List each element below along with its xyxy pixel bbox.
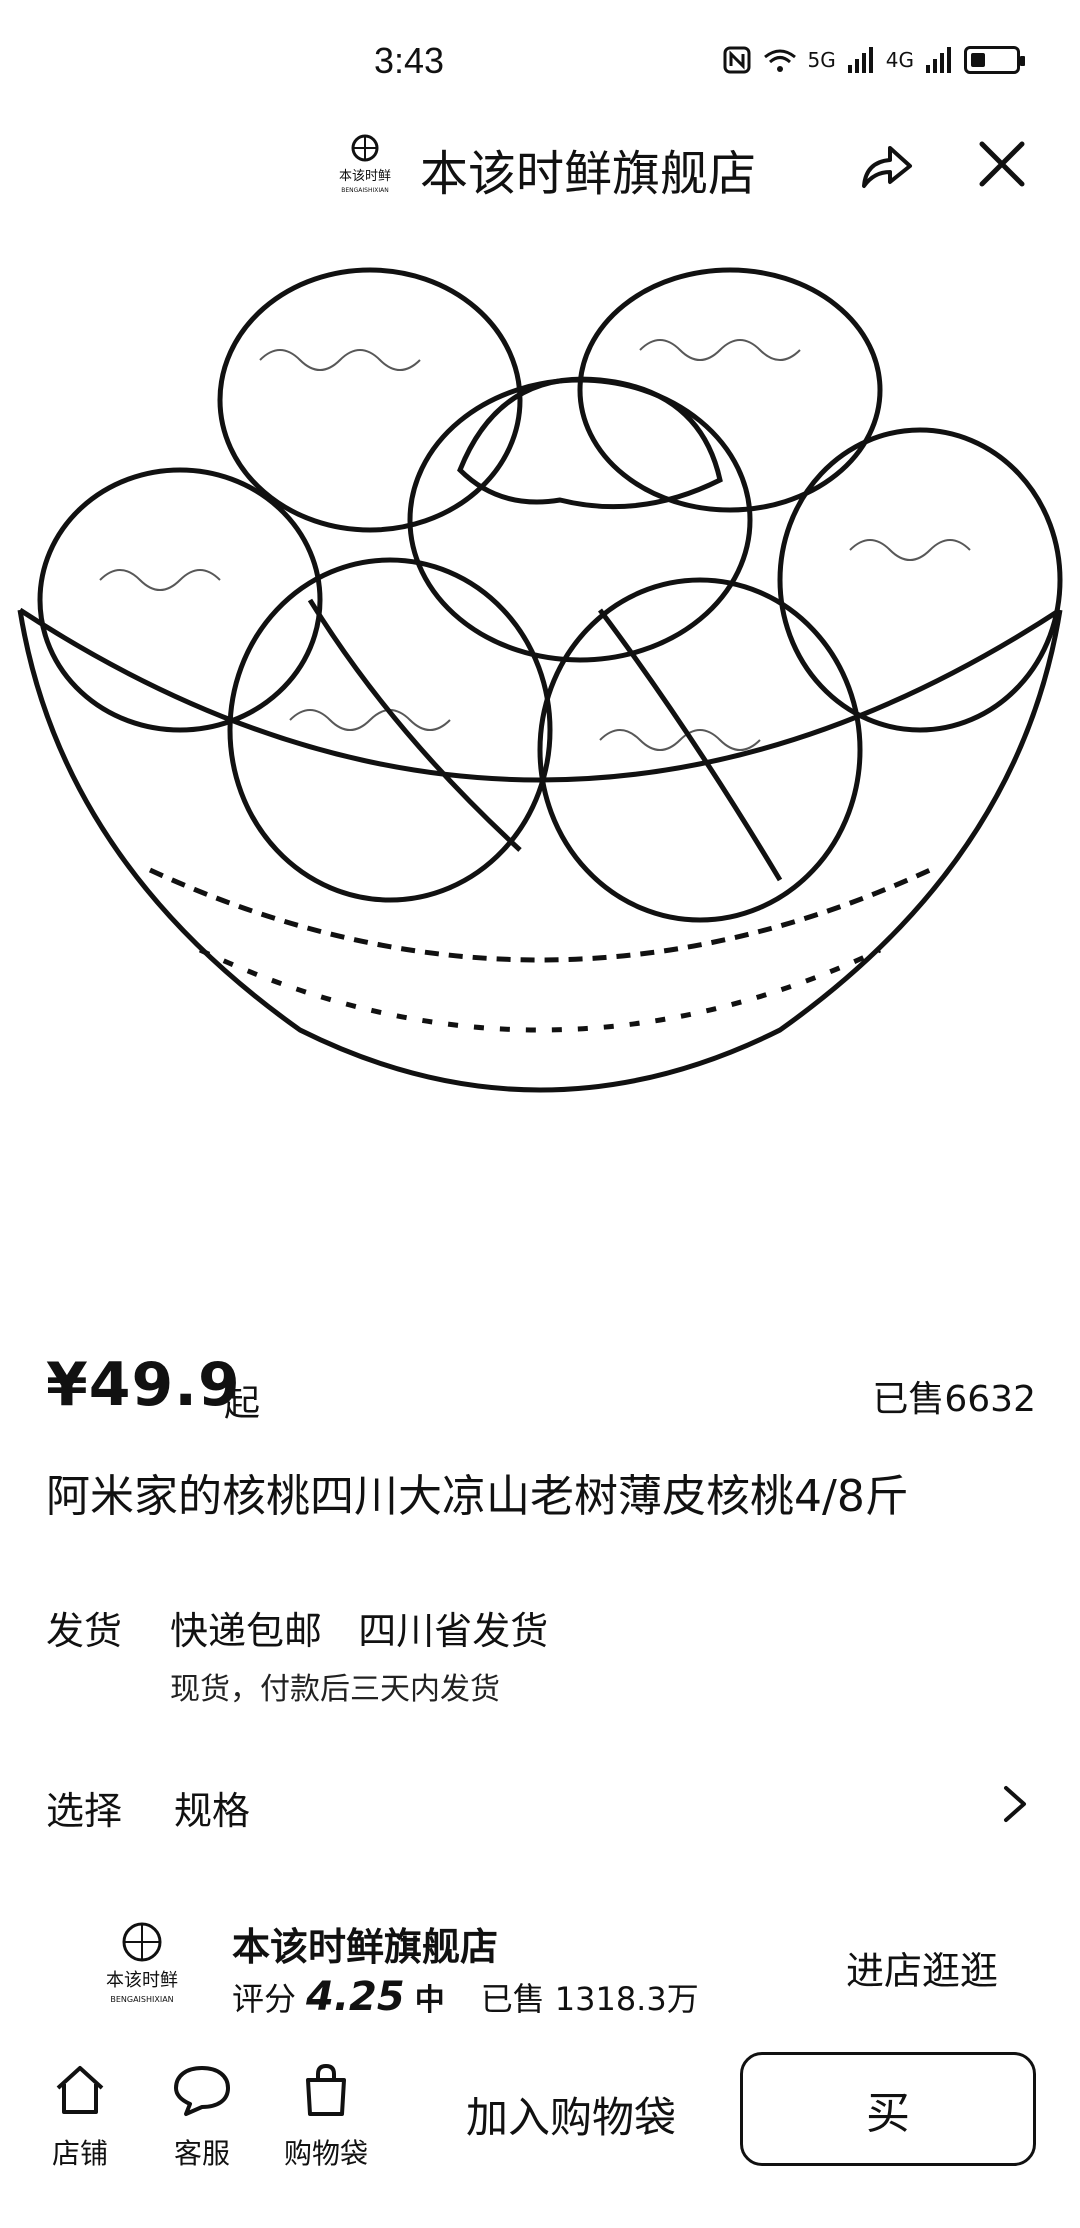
share-icon[interactable] [856,134,916,194]
page-title[interactable]: 本该时鲜旗舰店 [420,134,756,204]
select-label: 选择 [46,1789,123,1833]
select-spec-row[interactable]: 选择 规格 [46,1770,1036,1840]
signal-bars-icon [847,47,873,73]
add-to-cart-button[interactable]: 加入购物袋 [466,2084,676,2145]
close-icon[interactable] [974,136,1030,192]
nav-service-label: 客服 [173,2137,230,2170]
home-icon [56,2066,104,2114]
status-bar: 3:43 5G 4G [0,0,1080,120]
sold-count: 已售6632 [872,1379,1036,1420]
select-value: 规格 [174,1789,251,1833]
product-title: 阿米家的核桃四川大凉山老树薄皮核桃4/8斤 [46,1471,909,1522]
chat-bubble-icon [174,2066,230,2116]
store-sold-count: 1318.3万 [554,1980,699,2018]
store-card: 本该时鲜 BENGAISHIXIAN 本该时鲜旗舰店 评分 4.25 中 已售 … [46,1900,1036,2030]
nav-customer-service[interactable]: 客服 [152,2060,252,2180]
signal-bars-icon [926,47,951,73]
signal-4g-label: 4G [885,48,914,72]
product-image[interactable] [0,250,1080,1270]
store-card-logo-text: 本该时鲜 [106,1970,178,1991]
store-logo-text: 本该时鲜 [339,169,391,184]
status-time: 3:43 [374,40,445,81]
shipping-info: 快递包邮 四川省发货 [170,1609,549,1653]
store-rating-level: 中 [414,1983,445,2018]
price-suffix: 起 [224,1383,261,1424]
bottom-bar: 店铺 客服 购物袋 加入购物袋 买 [0,2040,1080,2228]
store-rating: 4.25 [306,1974,405,2020]
shipping-label: 发货 [46,1609,123,1653]
buy-button[interactable]: 买 [740,2052,1036,2166]
store-name[interactable]: 本该时鲜旗舰店 [232,1916,498,1971]
store-sold-label: 已售 [480,1980,545,2018]
shipping-note: 现货，付款后三天内发货 [170,1672,500,1707]
visit-store-button[interactable]: 进店逛逛 [846,1940,998,1995]
store-logo-icon[interactable]: 本该时鲜 BENGAISHIXIAN [94,1916,190,2012]
price-row: ¥49.9 起 已售6632 [46,1350,1036,1430]
nav-shopping-bag[interactable]: 购物袋 [276,2060,376,2180]
store-logo-subtext: BENGAISHIXIAN [341,187,388,194]
status-icons: 5G 4G [722,40,1025,80]
rating-label: 评分 [232,1980,297,2018]
header: 本该时鲜 BENGAISHIXIAN 本该时鲜旗舰店 [0,120,1080,210]
nav-bag-label: 购物袋 [283,2137,368,2170]
store-stats: 评分 4.25 中 已售 1318.3万 [232,1974,699,2020]
shipping-row: 发货 快递包邮 四川省发货 现货，付款后三天内发货 [46,1590,1036,1710]
signal-5g-label: 5G [807,48,836,72]
nfc-icon [723,46,751,74]
battery-icon [964,46,1025,74]
nav-store-label: 店铺 [51,2137,108,2170]
chevron-right-icon [1004,1786,1026,1822]
shopping-bag-icon [306,2063,346,2116]
store-logo-icon[interactable]: 本该时鲜 BENGAISHIXIAN [330,130,400,200]
nav-store[interactable]: 店铺 [30,2060,130,2180]
price: ¥49.9 [46,1350,241,1420]
store-card-logo-subtext: BENGAISHIXIAN [110,1995,173,2004]
wifi-icon [763,49,796,72]
